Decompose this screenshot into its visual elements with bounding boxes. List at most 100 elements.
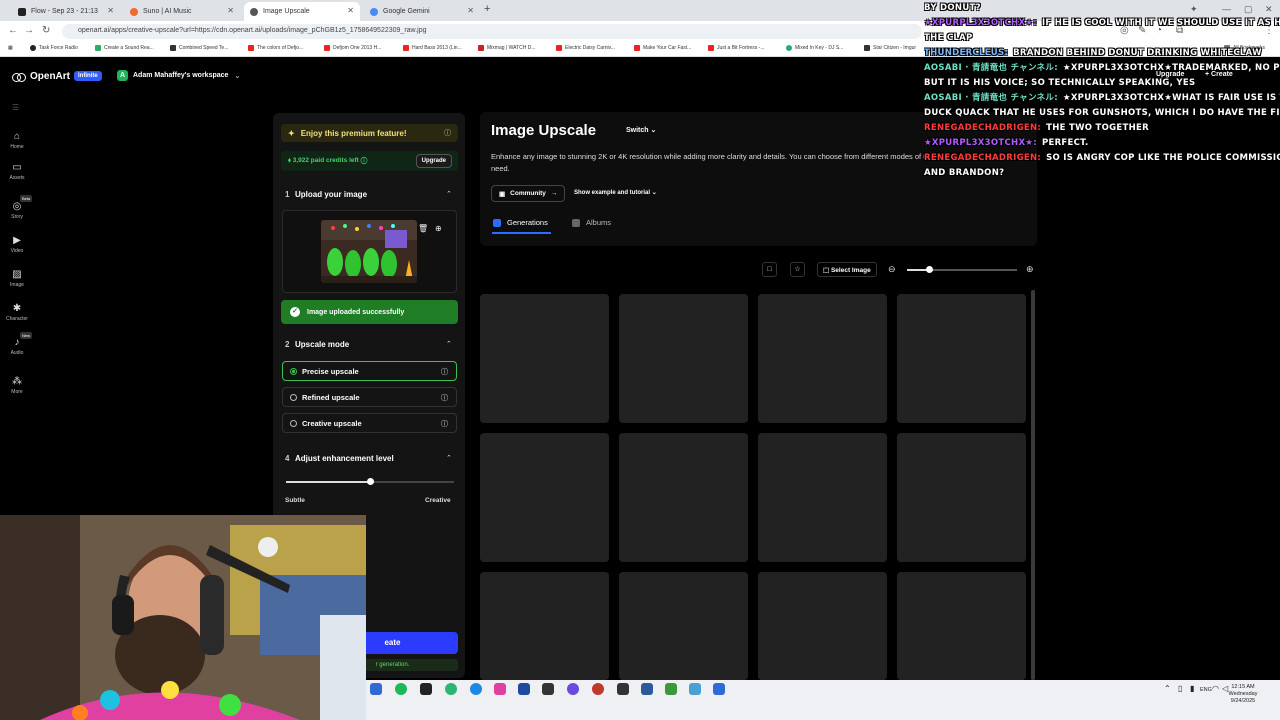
zoom-out-icon[interactable]: ⊖ xyxy=(888,264,896,275)
browser-tab-suno[interactable]: Suno | AI Music ✕ xyxy=(124,2,240,21)
taskbar-app-icon[interactable] xyxy=(689,683,701,695)
info-icon[interactable]: ⓘ xyxy=(441,367,448,377)
bookmark-item[interactable]: Task Force Radio xyxy=(30,45,78,51)
nav-image[interactable]: ▨ Image xyxy=(0,269,34,288)
chevron-up-icon[interactable]: ⌃ xyxy=(446,190,452,198)
browser-tab-gemini[interactable]: Google Gemini ✕ xyxy=(364,2,480,21)
tray-chevron-icon[interactable]: ⌃ xyxy=(1164,685,1171,693)
chat-text: ★XPURPL3X3OTCHX★WHAT IS FAIR USE IS THE xyxy=(1062,93,1280,103)
tray-icon[interactable]: ▯ xyxy=(1178,685,1182,693)
nav-story[interactable]: ◎ Story xyxy=(0,201,34,220)
spotify-icon[interactable] xyxy=(395,683,407,695)
webcam-image xyxy=(0,515,366,720)
bookmark-item[interactable]: Make Your Car Fast... xyxy=(634,45,691,51)
bookmark-item[interactable]: Combined Speed Te... xyxy=(170,45,228,51)
zoom-slider-handle[interactable] xyxy=(925,266,933,273)
nav-home[interactable]: ⌂ Home xyxy=(0,131,34,150)
generation-placeholder xyxy=(480,433,609,562)
chevron-up-icon[interactable]: ⌃ xyxy=(446,340,452,348)
bookmark-item[interactable]: Mixmag | WATCH D... xyxy=(478,45,536,51)
taskbar-app-icon[interactable] xyxy=(617,683,629,695)
bookmark-item[interactable]: Just a Bit Fortress -... xyxy=(708,45,765,51)
audio-icon: ♪ xyxy=(14,337,20,348)
taskbar-clock[interactable]: 12:15 AM Wednesday 9/24/2025 xyxy=(1218,684,1268,705)
favorite-star-icon[interactable]: ☆ xyxy=(790,262,805,277)
character-icon: ✱ xyxy=(12,303,22,314)
zoom-in-icon[interactable]: ⊕ xyxy=(1026,264,1034,275)
taskbar-app-icon[interactable] xyxy=(592,683,604,695)
show-example-link[interactable]: Show example and tutorial ⌄ xyxy=(574,189,657,196)
back-icon[interactable]: ← xyxy=(8,25,18,36)
nav-audio[interactable]: ♪ Audio xyxy=(0,337,34,356)
taskbar-app-icon[interactable] xyxy=(542,683,554,695)
community-button[interactable]: ▣ Community → xyxy=(491,185,566,202)
nav-assets[interactable]: ▭ Assets xyxy=(0,162,34,181)
bookmark-item[interactable]: Star Citizen - Imgur xyxy=(864,45,916,51)
nav-more[interactable]: ⁂ More xyxy=(0,376,34,395)
close-tab-icon[interactable]: ✕ xyxy=(227,6,234,15)
tab-albums[interactable]: Albums xyxy=(572,218,611,227)
tray-icon[interactable]: ▮ xyxy=(1190,685,1194,693)
bookmark-item[interactable]: Mixed In Key - DJ S... xyxy=(786,45,843,51)
bookmark-item[interactable]: The colors of Defjo... xyxy=(248,45,303,51)
tab-generations[interactable]: Generations xyxy=(493,218,548,227)
select-image-button[interactable]: ⬚ Select Image xyxy=(817,262,877,277)
bookmark-favicon-icon xyxy=(403,45,409,51)
language-indicator[interactable]: ENG xyxy=(1200,687,1212,694)
bookmark-item[interactable]: Hard Bass 2013 (Lin... xyxy=(403,45,462,51)
close-tab-icon[interactable]: ✕ xyxy=(467,6,474,15)
taskbar-app-icon[interactable] xyxy=(641,683,653,695)
mode-option[interactable]: Creative upscale ⓘ xyxy=(282,413,457,433)
taskbar-app-icon[interactable] xyxy=(713,683,725,695)
taskbar-app-icon[interactable] xyxy=(370,683,382,695)
taskbar-app-icon[interactable] xyxy=(445,683,457,695)
mode-option[interactable]: Refined upscale ⓘ xyxy=(282,387,457,407)
delete-icon[interactable]: 🗑 xyxy=(418,224,428,233)
apps-grid-icon[interactable]: ▦ xyxy=(8,45,13,51)
zoom-in-icon[interactable]: ⊕ xyxy=(435,224,442,233)
radio-icon xyxy=(290,367,297,375)
chevron-up-icon[interactable]: ⌃ xyxy=(446,454,452,462)
chat-username: THUNDERCLEUS: xyxy=(924,48,1009,58)
workspace-switcher[interactable]: A Adam Mahaffey's workspace ⌄ xyxy=(117,70,240,81)
chat-text: ★XPURPL3X3OTCHX★TRADEMARKED, NO PER SE. xyxy=(1062,63,1280,73)
taskbar-app-icon[interactable] xyxy=(567,683,579,695)
bookmark-item[interactable]: Defjom One 2013 H... xyxy=(324,45,381,51)
browser-tab-flow[interactable]: Flow - Sep 23 - 21:13 ✕ xyxy=(12,2,120,21)
upscale-mode-header[interactable]: 2 Upscale mode xyxy=(285,340,349,349)
nav-video[interactable]: ▶ Video xyxy=(0,235,34,254)
info-icon[interactable]: ⓘ xyxy=(444,128,451,138)
nav-character[interactable]: ✱ Character xyxy=(0,303,34,322)
bookmark-item[interactable]: Electric Daisy Carniv... xyxy=(556,45,615,51)
select-all-checkbox-icon[interactable]: □ xyxy=(762,262,777,277)
premium-banner: ✦ Enjoy this premium feature! ⓘ xyxy=(281,124,458,142)
chat-message: AOSABI · 青請竜也 チャンネル: ★XPURPL3X3OTCHX★TRAD… xyxy=(924,62,1280,74)
openart-logo[interactable]: OpenArt xyxy=(12,71,70,82)
taskbar-app-icon[interactable] xyxy=(470,683,482,695)
collapse-sidebar-icon[interactable]: ☰ xyxy=(12,103,19,112)
chat-username: ★XPURPL3X3OTCHX★: xyxy=(924,138,1037,148)
enhancement-level-header[interactable]: 4 Adjust enhancement level xyxy=(285,454,394,463)
reload-icon[interactable]: ↻ xyxy=(42,25,50,36)
bookmark-item[interactable]: Create a Sound Rea... xyxy=(95,45,154,51)
taskbar-app-icon[interactable] xyxy=(420,683,432,695)
switch-dropdown[interactable]: Switch ⌄ xyxy=(626,126,656,134)
generation-placeholder xyxy=(619,572,748,680)
forward-icon[interactable]: → xyxy=(24,25,34,36)
taskbar-app-icon[interactable] xyxy=(518,683,530,695)
generation-placeholder xyxy=(619,433,748,562)
url-field[interactable]: openart.ai/apps/creative-upscale?url=htt… xyxy=(62,24,922,39)
taskbar-app-icon[interactable] xyxy=(494,683,506,695)
browser-tab-image-upscale[interactable]: Image Upscale ✕ xyxy=(244,2,360,21)
mode-option[interactable]: Precise upscale ⓘ xyxy=(282,361,457,381)
info-icon[interactable]: ⓘ xyxy=(441,393,448,403)
info-icon[interactable]: ⓘ xyxy=(441,419,448,429)
credits-upgrade-button[interactable]: Upgrade xyxy=(415,154,452,168)
taskbar-app-icon[interactable] xyxy=(665,683,677,695)
grid-scrollbar[interactable] xyxy=(1031,290,1035,680)
close-tab-icon[interactable]: ✕ xyxy=(347,6,354,15)
upload-section-header[interactable]: 1 Upload your image xyxy=(285,190,367,199)
new-tab-icon[interactable]: + xyxy=(484,3,490,15)
enhancement-slider-handle[interactable] xyxy=(366,478,374,485)
close-tab-icon[interactable]: ✕ xyxy=(107,6,114,15)
